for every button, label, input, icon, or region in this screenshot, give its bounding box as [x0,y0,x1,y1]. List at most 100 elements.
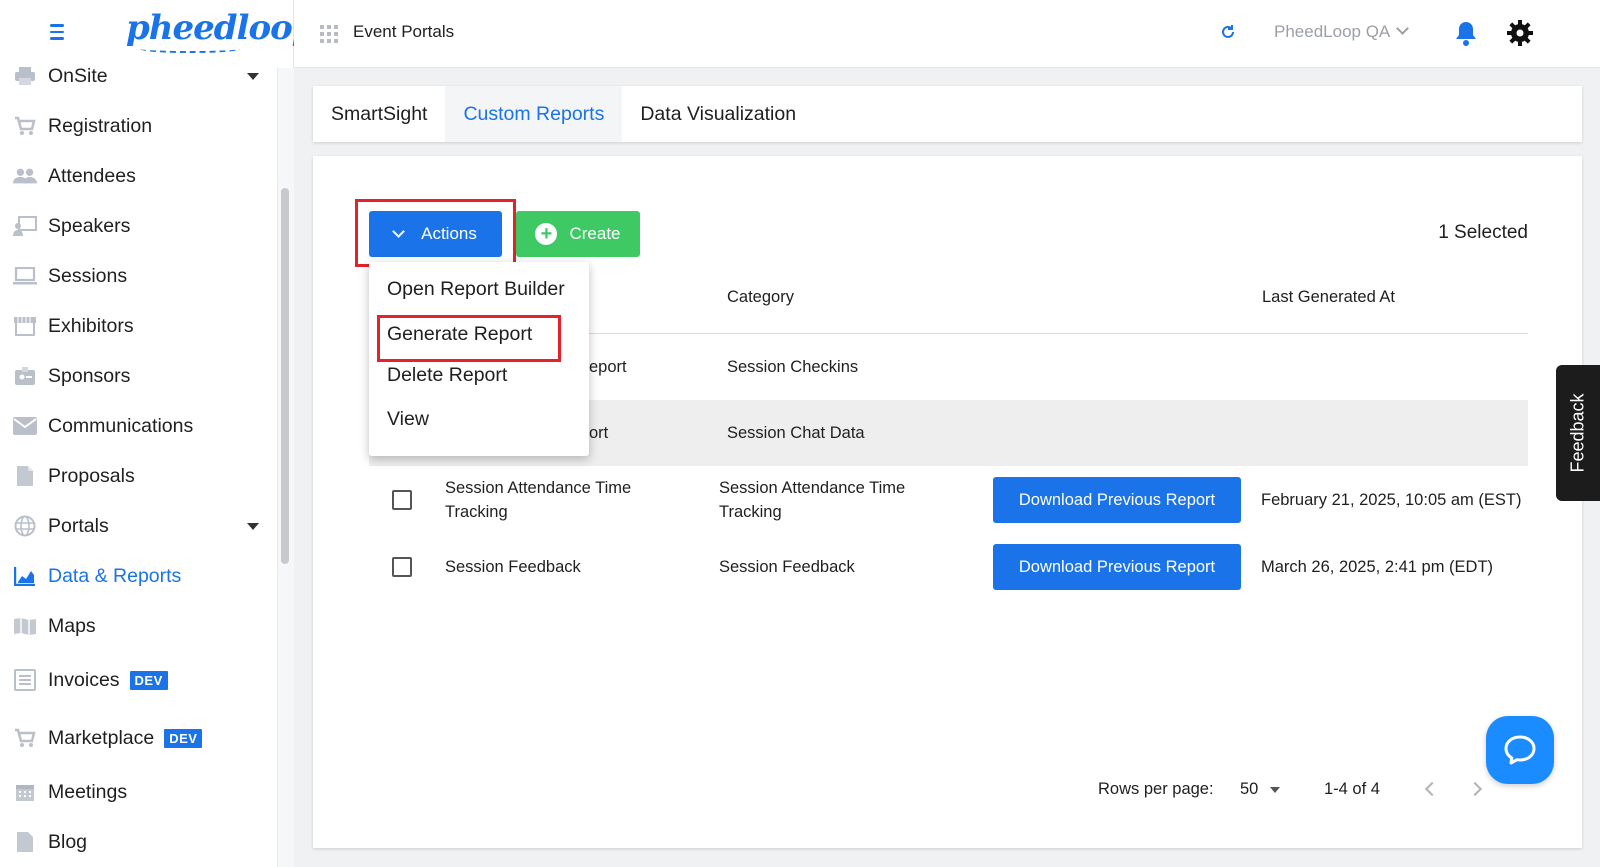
download-previous-report-button[interactable]: Download Previous Report [993,477,1241,523]
menu-icon[interactable] [46,24,68,42]
sidebar-item-sessions[interactable]: Sessions [0,254,277,298]
sidebar-item-label: OnSite [48,64,108,87]
sidebar-item-label: Registration [48,114,153,137]
cart-icon [13,726,37,750]
tab-custom-reports[interactable]: Custom Reports [445,86,623,142]
sidebar-scrollbar-thumb[interactable] [281,188,289,564]
sidebar-item-label: Communications [48,414,194,437]
dev-badge: DEV [164,728,203,748]
report-category: Session Chat Data [727,424,865,442]
calendar-icon [13,780,37,804]
sidebar-item-text: Marketplace [48,726,155,749]
apps-grid-icon[interactable] [320,25,338,43]
presenter-icon [13,214,37,238]
menu-item-open-report-builder[interactable]: Open Report Builder [387,278,565,301]
workspace-name: PheedLoop QA [1274,22,1391,41]
highlight-generate-report [377,315,561,362]
sidebar-item-onsite[interactable]: OnSite [0,54,277,98]
report-name: Session Feedback [445,558,581,576]
list-icon [13,668,37,692]
mail-icon [13,414,37,438]
sidebar-item-marketplace[interactable]: Marketplace DEV [0,716,277,760]
sidebar-item-label: Portals [48,514,109,537]
cart-icon [13,114,37,138]
sidebar-item-proposals[interactable]: Proposals [0,454,277,498]
pagination-range: 1-4 of 4 [1324,780,1380,798]
table-row[interactable]: Session Attendance Time Tracking Session… [369,466,1528,534]
report-tabs: SmartSight Custom Reports Data Visualiza… [313,86,1582,142]
row-checkbox[interactable] [392,557,412,577]
sidebar-item-blog[interactable]: Blog [0,820,277,864]
menu-item-delete-report[interactable]: Delete Report [387,364,507,387]
menu-item-view[interactable]: View [387,408,429,431]
chevron-down-icon[interactable] [247,522,259,530]
last-generated: March 26, 2025, 2:41 pm (EDT) [1261,558,1494,576]
workspace-selector[interactable]: PheedLoop QA [1274,22,1410,42]
chevron-down-icon[interactable] [247,72,259,80]
sidebar-item-invoices[interactable]: Invoices DEV [0,658,277,702]
rows-per-page-label: Rows per page: [1098,780,1214,798]
sidebar-item-label: Data & Reports [48,564,182,587]
selected-count: 1 Selected [1438,222,1528,243]
report-category: Session Checkins [727,358,859,376]
refresh-icon[interactable] [1220,24,1236,40]
sidebar-item-label: Meetings [48,780,128,803]
sidebar-item-label: Invoices DEV [48,669,168,692]
column-header-last-generated[interactable]: Last Generated At [1262,288,1395,307]
plus-icon: + [535,223,558,245]
create-button[interactable]: + Create [516,211,640,257]
badge-icon [13,364,37,388]
sidebar: pheedloop OnSite Registration Attendees … [0,0,316,867]
sidebar-item-communications[interactable]: Communications [0,404,277,448]
sidebar-item-text: Invoices [48,668,120,691]
sidebar-item-speakers[interactable]: Speakers [0,204,277,248]
chat-icon [1504,735,1536,765]
create-label: Create [569,224,621,243]
chart-icon [13,564,37,588]
page-title[interactable]: Event Portals [353,22,454,42]
sidebar-item-label: Proposals [48,464,135,487]
chevron-down-icon [1396,22,1410,35]
feedback-label: Feedback [1567,393,1588,473]
sidebar-item-label: Attendees [48,164,136,187]
tab-data-visualization[interactable]: Data Visualization [622,86,814,142]
top-bar: Event Portals PheedLoop QA [294,0,1600,68]
bell-icon[interactable] [1454,20,1478,46]
highlight-actions [355,199,516,267]
gear-icon[interactable] [1506,19,1534,47]
sidebar-item-sponsors[interactable]: Sponsors [0,354,277,398]
sidebar-item-attendees[interactable]: Attendees [0,154,277,198]
report-name: eport [589,358,627,376]
table-row[interactable]: Session Feedback Session Feedback Downlo… [369,534,1528,600]
sidebar-item-data-reports[interactable]: Data & Reports [0,554,277,598]
row-checkbox[interactable] [392,490,412,510]
sidebar-item-label: Sessions [48,264,128,287]
report-category: Session Attendance Time Tracking [719,479,906,521]
sidebar-item-maps[interactable]: Maps [0,604,277,648]
dev-badge: DEV [129,670,168,690]
sidebar-item-portals[interactable]: Portals [0,504,277,548]
feedback-tab[interactable]: Feedback [1556,365,1600,501]
chat-button[interactable] [1486,716,1554,784]
printer-icon [13,64,37,88]
document-icon [13,464,37,488]
globe-icon [13,514,37,538]
report-name: ort [589,424,609,442]
sidebar-item-label: Sponsors [48,364,131,387]
tab-smartsight[interactable]: SmartSight [313,86,445,142]
sidebar-item-label: Speakers [48,214,131,237]
caret-down-icon [1270,786,1281,793]
sidebar-item-label: Exhibitors [48,314,134,337]
laptop-icon [13,264,37,288]
report-category: Session Feedback [719,558,855,576]
sidebar-item-meetings[interactable]: Meetings [0,770,277,814]
logo[interactable]: pheedloop [126,8,316,48]
rows-per-page-select[interactable]: 50 [1240,780,1281,799]
map-icon [13,614,37,638]
sidebar-item-exhibitors[interactable]: Exhibitors [0,304,277,348]
sidebar-item-registration[interactable]: Registration [0,104,277,148]
column-header-category[interactable]: Category [727,288,794,307]
download-previous-report-button[interactable]: Download Previous Report [993,544,1241,590]
page-icon [13,830,37,854]
logo-underline [140,45,240,53]
